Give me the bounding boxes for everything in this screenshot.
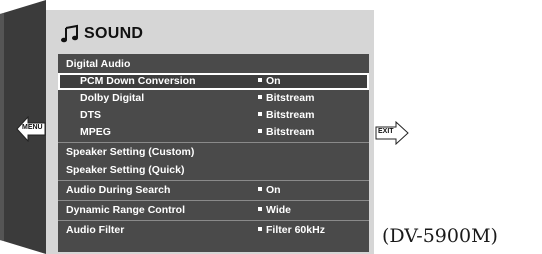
menu-row-value: Bitstream xyxy=(258,109,314,121)
menu-row[interactable]: PCM Down Conversion On xyxy=(58,73,369,90)
menu-row[interactable]: Speaker Setting (Quick) xyxy=(58,162,369,179)
menu-row[interactable]: DTS Bitstream xyxy=(58,107,369,124)
music-note-icon xyxy=(61,24,78,43)
menu-row-label: Audio Filter xyxy=(66,224,125,236)
menu-label: MENU xyxy=(22,124,43,131)
menu-separator xyxy=(58,220,369,221)
osd-screen: SOUND Digital Audio PCM Down Conversion On… xyxy=(46,10,374,254)
menu-row-value: Wide xyxy=(258,204,291,216)
menu-row-label: Speaker Setting (Custom) xyxy=(66,146,195,158)
menu-row[interactable]: MPEG Bitstream xyxy=(58,124,369,141)
sound-menu-panel: Digital Audio PCM Down Conversion On Dolby … xyxy=(58,54,369,252)
menu-row-label: MPEG xyxy=(80,126,111,138)
menu-row[interactable]: Audio During Search On xyxy=(58,182,369,199)
menu-row[interactable]: Speaker Setting (Custom) xyxy=(58,144,369,161)
menu-row[interactable]: Dolby Digital Bitstream xyxy=(58,90,369,107)
title-row: SOUND xyxy=(60,24,143,44)
menu-row-label: DTS xyxy=(80,109,101,121)
model-caption: (DV-5900M) xyxy=(382,225,498,247)
menu-separator xyxy=(58,142,369,143)
menu-row-value: On xyxy=(258,184,281,196)
menu-row-value: Filter 60kHz xyxy=(258,224,325,236)
menu-row-label: PCM Down Conversion xyxy=(80,75,196,87)
menu-row-value: On xyxy=(258,75,281,87)
menu-row[interactable]: Digital Audio xyxy=(58,56,369,73)
screen-title: SOUND xyxy=(84,25,144,42)
menu-row-label: Dynamic Range Control xyxy=(66,204,186,216)
exit-label: EXIT xyxy=(378,128,394,135)
menu-row-label: Digital Audio xyxy=(66,58,131,70)
menu-row-label: Dolby Digital xyxy=(80,92,145,104)
menu-row[interactable]: Dynamic Range Control Wide xyxy=(58,202,369,219)
menu-row-value: Bitstream xyxy=(258,92,314,104)
menu-row-value: Bitstream xyxy=(258,126,314,138)
menu-separator xyxy=(58,200,369,201)
menu-row-label: Speaker Setting (Quick) xyxy=(66,164,185,176)
menu-row-label: Audio During Search xyxy=(66,184,171,196)
menu-separator xyxy=(58,180,369,181)
menu-row[interactable]: Audio Filter Filter 60kHz xyxy=(58,222,369,239)
